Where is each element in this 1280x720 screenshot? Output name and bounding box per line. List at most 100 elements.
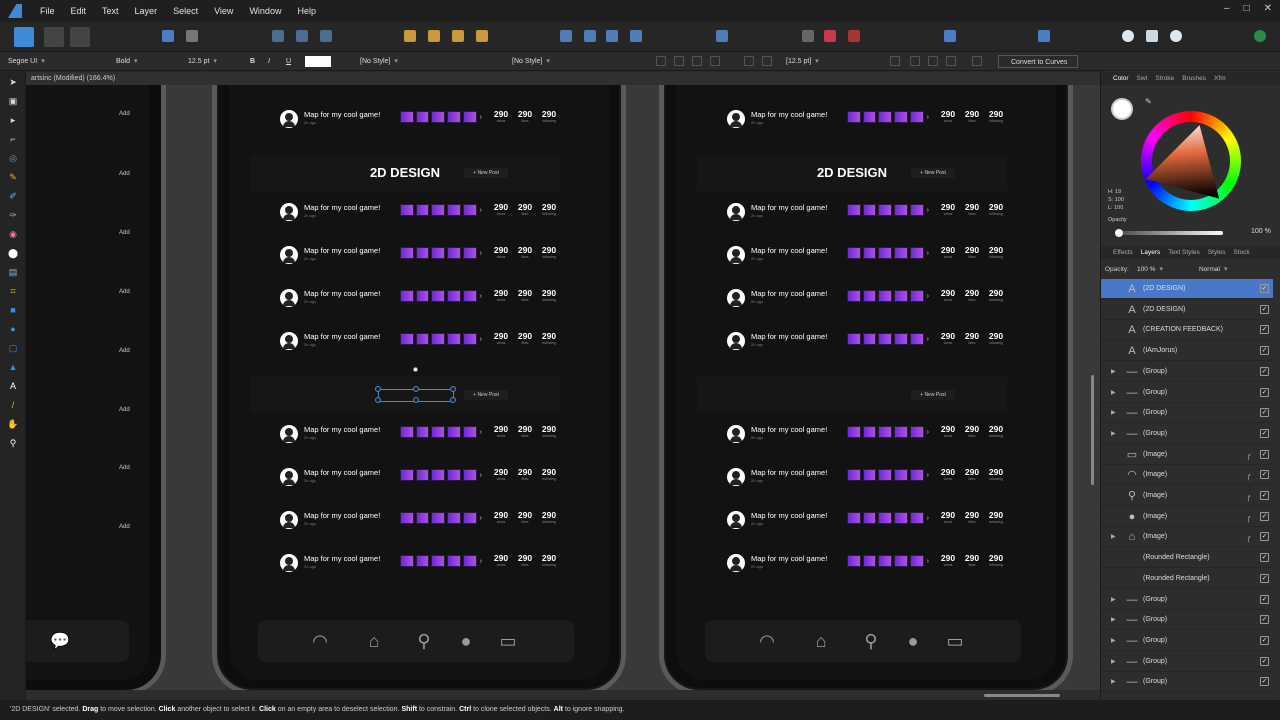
flip-vertical-icon[interactable] — [584, 30, 596, 42]
chevron-right-icon[interactable]: › — [927, 515, 929, 522]
fill-stroke-swatch[interactable] — [1111, 98, 1133, 120]
chevron-right-icon[interactable]: › — [480, 515, 482, 522]
visibility-checkbox[interactable]: ✓ — [1260, 408, 1269, 418]
align-center-icon[interactable] — [674, 56, 684, 66]
leading-select[interactable]: [12.5 pt] — [786, 55, 834, 68]
add-label[interactable]: Add — [119, 289, 130, 295]
menu-file[interactable]: File — [32, 6, 63, 16]
add-label[interactable]: Add — [119, 407, 130, 413]
post-row[interactable]: Map for my cool game! 2h ago › 290 views 290 l… — [727, 244, 1027, 268]
hand-tool-icon[interactable]: ✋ — [7, 418, 19, 430]
menu-window[interactable]: Window — [241, 6, 289, 16]
post-row[interactable]: Map for my cool game! 2h ago › 290 views 290 l… — [280, 509, 580, 533]
chevron-right-icon[interactable]: › — [927, 250, 929, 257]
font-weight-select[interactable]: Bold — [116, 55, 178, 68]
move-tool-icon[interactable]: ➤ — [7, 76, 19, 88]
rss-icon[interactable]: ◠ — [757, 631, 777, 651]
align-right-icon[interactable] — [692, 56, 702, 66]
layer-row[interactable]: ▶ — (Group) ✓ — [1101, 672, 1273, 693]
post-row[interactable]: Map for my cool game! 2h ago › 290 views 290 l… — [727, 423, 1027, 447]
chevron-right-icon[interactable]: › — [480, 472, 482, 479]
user-icon[interactable]: ● — [456, 631, 476, 651]
chevron-right-icon[interactable]: › — [480, 429, 482, 436]
home-icon[interactable]: ⌂ — [811, 631, 831, 651]
layers-opacity-select[interactable]: 100 % — [1135, 264, 1183, 275]
layer-row[interactable]: ▶ — (Group) ✓ — [1101, 590, 1273, 610]
selection-handle[interactable] — [413, 397, 419, 403]
character-style-select[interactable]: [No Style] — [360, 55, 430, 68]
add-label[interactable]: Add — [119, 465, 130, 471]
layer-row[interactable]: A (2D DESIGN) ✓ — [1101, 279, 1273, 299]
visibility-checkbox[interactable]: ✓ — [1260, 656, 1269, 666]
blend-mode-select[interactable]: Normal — [1197, 264, 1249, 275]
rotate-handle[interactable] — [413, 367, 418, 372]
menu-edit[interactable]: Edit — [63, 6, 95, 16]
chevron-right-icon[interactable]: › — [927, 207, 929, 214]
visibility-checkbox[interactable]: ✓ — [1260, 677, 1269, 687]
font-size-select[interactable]: 12.5 pt — [188, 55, 238, 68]
search-icon[interactable]: ⚲ — [414, 631, 434, 651]
expand-arrow-icon[interactable]: ▶ — [1111, 652, 1116, 672]
flip-horizontal-icon[interactable] — [560, 30, 572, 42]
menu-help[interactable]: Help — [289, 6, 324, 16]
eyedropper-icon[interactable]: ✎ — [1145, 97, 1152, 106]
view-mode2-icon[interactable] — [186, 30, 198, 42]
visibility-checkbox[interactable]: ✓ — [1260, 553, 1269, 563]
post-row[interactable]: Map for my cool game! 2h ago › 290 views 290 l… — [280, 552, 580, 576]
post-row[interactable]: Map for my cool game! 2h ago › 290 views 290 l… — [727, 108, 1027, 132]
chevron-right-icon[interactable]: › — [480, 207, 482, 214]
post-row[interactable]: Map for my cool game! 2h ago › 290 views 290 l… — [280, 423, 580, 447]
selection-handle[interactable] — [413, 386, 419, 392]
preferences-icon[interactable] — [1170, 30, 1182, 42]
add-label[interactable]: Add — [119, 348, 130, 354]
layer-row[interactable]: ▭ (Image) ƒ ✓ — [1101, 445, 1273, 465]
chevron-right-icon[interactable]: › — [927, 558, 929, 565]
new-post-button[interactable]: + New Post — [911, 390, 955, 400]
arrange-backward-icon[interactable] — [428, 30, 440, 42]
user-icon[interactable]: ● — [903, 631, 923, 651]
visibility-checkbox[interactable]: ✓ — [1260, 346, 1269, 356]
rotate-left-icon[interactable] — [606, 30, 618, 42]
layer-row[interactable]: A (2D DESIGN) ✓ — [1101, 300, 1273, 320]
visibility-checkbox[interactable]: ✓ — [1260, 325, 1269, 335]
close-button[interactable]: ✕ — [1264, 3, 1272, 14]
vertical-scrollbar[interactable] — [1088, 85, 1100, 690]
vector-brush-icon[interactable]: / — [7, 399, 19, 411]
menu-layer[interactable]: Layer — [127, 6, 166, 16]
menu-select[interactable]: Select — [165, 6, 206, 16]
font-family-select[interactable]: Segoe UI — [8, 55, 104, 68]
tab-transform[interactable]: Xfm — [1214, 75, 1226, 82]
underline-button[interactable]: U — [286, 55, 291, 68]
layer-row[interactable]: ⚲ (Image) ƒ ✓ — [1101, 486, 1273, 506]
rotate-right-icon[interactable] — [630, 30, 642, 42]
maximize-button[interactable]: □ — [1244, 3, 1250, 14]
snap2-icon[interactable] — [296, 30, 308, 42]
post-row[interactable]: Map for my cool game! 2h ago › 290 views 290 l… — [727, 330, 1027, 354]
post-row[interactable]: Map for my cool game! 2h ago › 290 views 290 l… — [280, 108, 580, 132]
menu-text[interactable]: Text — [94, 6, 127, 16]
corner-tool-icon[interactable]: ⌐ — [7, 133, 19, 145]
visibility-checkbox[interactable]: ✓ — [1260, 615, 1269, 625]
visibility-checkbox[interactable]: ✓ — [1260, 428, 1269, 438]
post-row[interactable]: Map for my cool game! 2h ago › 290 views 290 l… — [727, 552, 1027, 576]
visibility-checkbox[interactable]: ✓ — [1260, 594, 1269, 604]
chat-icon[interactable]: 💬 — [50, 631, 70, 651]
visibility-checkbox[interactable]: ✓ — [1260, 635, 1269, 645]
visibility-checkbox[interactable]: ✓ — [1260, 284, 1269, 293]
chat-icon[interactable]: ▭ — [945, 631, 965, 651]
text-wrap-icon[interactable] — [928, 56, 938, 66]
new-post-button[interactable]: + New Post — [464, 168, 508, 178]
text-path-icon[interactable] — [910, 56, 920, 66]
post-row[interactable]: Map for my cool game! 2h ago › 290 views 290 l… — [727, 466, 1027, 490]
tab-text-styles[interactable]: Text Styles — [1168, 249, 1199, 256]
insert-inside-icon[interactable] — [1038, 30, 1050, 42]
new-post-button[interactable]: + New Post — [464, 390, 508, 400]
visibility-checkbox[interactable]: ✓ — [1260, 449, 1269, 459]
assistant-icon[interactable] — [1122, 30, 1134, 42]
numbering-icon[interactable] — [762, 56, 772, 66]
bullets-icon[interactable] — [744, 56, 754, 66]
post-row[interactable]: Map for my cool game! 2h ago › 290 views 290 l… — [727, 201, 1027, 225]
boolean-subtract-icon[interactable] — [824, 30, 836, 42]
expand-arrow-icon[interactable]: ▶ — [1111, 672, 1116, 692]
chevron-right-icon[interactable]: › — [480, 336, 482, 343]
